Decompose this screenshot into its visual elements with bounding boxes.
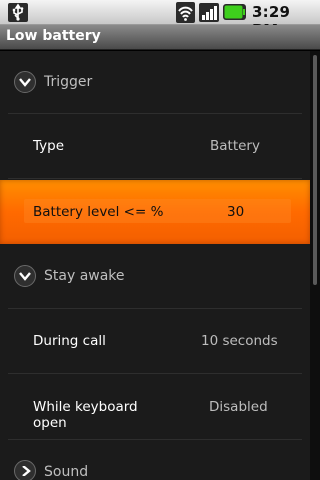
pref-battery-level[interactable]: Battery level <= % 30: [0, 180, 310, 244]
signal-icon: [199, 3, 219, 22]
pref-value: 30: [227, 204, 245, 220]
battery-charging-icon: [223, 4, 246, 20]
status-bar: 3:29 PM: [0, 0, 320, 39]
pref-while-keyboard-open[interactable]: While keyboard open Disabled: [0, 374, 310, 440]
divider: [8, 178, 302, 179]
chevron-right-icon: [14, 460, 36, 480]
pref-value: Battery: [210, 138, 260, 154]
pref-label: Battery level <= %: [33, 204, 164, 220]
pref-label-line1: While keyboard: [33, 399, 138, 415]
chevron-down-icon: [14, 71, 36, 93]
category-trigger[interactable]: Trigger: [0, 51, 310, 114]
chevron-down-icon: [14, 265, 36, 287]
pref-label: During call: [33, 333, 106, 349]
pref-value: Disabled: [209, 399, 268, 415]
category-sound[interactable]: Sound: [0, 440, 310, 480]
category-label: Stay awake: [44, 268, 125, 284]
pref-type[interactable]: Type Battery: [0, 114, 310, 179]
title-bar: Low battery: [0, 25, 320, 50]
category-label: Trigger: [44, 74, 93, 90]
scrollbar[interactable]: [310, 51, 320, 480]
pref-label: Type: [33, 138, 65, 154]
pref-label-line2: open: [33, 415, 67, 431]
preference-list: Trigger Type Battery Battery level <= % …: [0, 51, 310, 480]
scrollbar-thumb[interactable]: [313, 55, 317, 285]
category-stay-awake[interactable]: Stay awake: [0, 244, 310, 309]
category-label: Sound: [44, 464, 89, 480]
page-title: Low battery: [6, 28, 101, 44]
pref-value: 10 seconds: [201, 333, 278, 349]
pref-during-call[interactable]: During call 10 seconds: [0, 309, 310, 374]
wifi-icon: [176, 2, 195, 23]
usb-icon: [8, 3, 28, 22]
